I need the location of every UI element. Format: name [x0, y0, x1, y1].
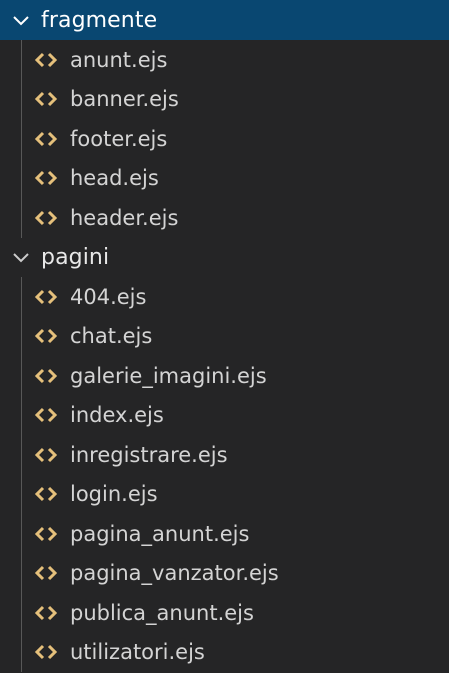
folder-children-pagini: 404.ejs chat.ejs galerie_imagini.ejs ind…: [0, 277, 449, 672]
folder-row-fragmente[interactable]: fragmente: [0, 0, 449, 40]
ejs-file-icon: [34, 92, 58, 107]
file-label: galerie_imagini.ejs: [70, 363, 267, 388]
ejs-file-icon: [34, 210, 58, 225]
file-row[interactable]: 404.ejs: [0, 277, 449, 317]
file-row[interactable]: header.ejs: [0, 198, 449, 238]
file-row[interactable]: index.ejs: [0, 396, 449, 436]
file-label: anunt.ejs: [70, 47, 168, 72]
file-row[interactable]: utilizatori.ejs: [0, 633, 449, 673]
file-row[interactable]: pagina_anunt.ejs: [0, 514, 449, 554]
ejs-file-icon: [34, 566, 58, 581]
file-row[interactable]: footer.ejs: [0, 119, 449, 159]
file-explorer: fragmente anunt.ejs banner.ejs footer.ej…: [0, 0, 449, 673]
file-row[interactable]: publica_anunt.ejs: [0, 593, 449, 633]
file-row[interactable]: inregistrare.ejs: [0, 435, 449, 475]
file-label: publica_anunt.ejs: [70, 600, 254, 625]
chevron-down-icon[interactable]: [10, 246, 32, 268]
ejs-file-icon: [34, 329, 58, 344]
file-row[interactable]: galerie_imagini.ejs: [0, 356, 449, 396]
ejs-file-icon: [34, 408, 58, 423]
file-label: index.ejs: [70, 403, 164, 428]
file-label: banner.ejs: [70, 87, 179, 112]
ejs-file-icon: [34, 368, 58, 383]
file-label: chat.ejs: [70, 324, 153, 349]
file-row[interactable]: anunt.ejs: [0, 40, 449, 80]
folder-row-pagini[interactable]: pagini: [0, 238, 449, 278]
file-row[interactable]: chat.ejs: [0, 317, 449, 357]
file-label: head.ejs: [70, 166, 159, 191]
ejs-file-icon: [34, 645, 58, 660]
ejs-file-icon: [34, 447, 58, 462]
ejs-file-icon: [34, 131, 58, 146]
ejs-file-icon: [34, 171, 58, 186]
file-row[interactable]: banner.ejs: [0, 80, 449, 120]
folder-children-fragmente: anunt.ejs banner.ejs footer.ejs head.ejs…: [0, 40, 449, 238]
ejs-file-icon: [34, 52, 58, 67]
file-label: pagina_anunt.ejs: [70, 521, 250, 546]
ejs-file-icon: [34, 526, 58, 541]
file-label: utilizatori.ejs: [70, 640, 205, 665]
file-row[interactable]: head.ejs: [0, 159, 449, 199]
file-row[interactable]: login.ejs: [0, 475, 449, 515]
chevron-down-icon[interactable]: [10, 9, 32, 31]
file-label: 404.ejs: [70, 284, 147, 309]
file-label: inregistrare.ejs: [70, 442, 228, 467]
ejs-file-icon: [34, 289, 58, 304]
file-row[interactable]: pagina_vanzator.ejs: [0, 554, 449, 594]
folder-label: fragmente: [41, 7, 158, 33]
file-label: header.ejs: [70, 205, 179, 230]
folder-label: pagini: [41, 244, 110, 270]
file-label: pagina_vanzator.ejs: [70, 561, 279, 586]
file-label: footer.ejs: [70, 126, 168, 151]
ejs-file-icon: [34, 487, 58, 502]
file-label: login.ejs: [70, 482, 158, 507]
ejs-file-icon: [34, 605, 58, 620]
